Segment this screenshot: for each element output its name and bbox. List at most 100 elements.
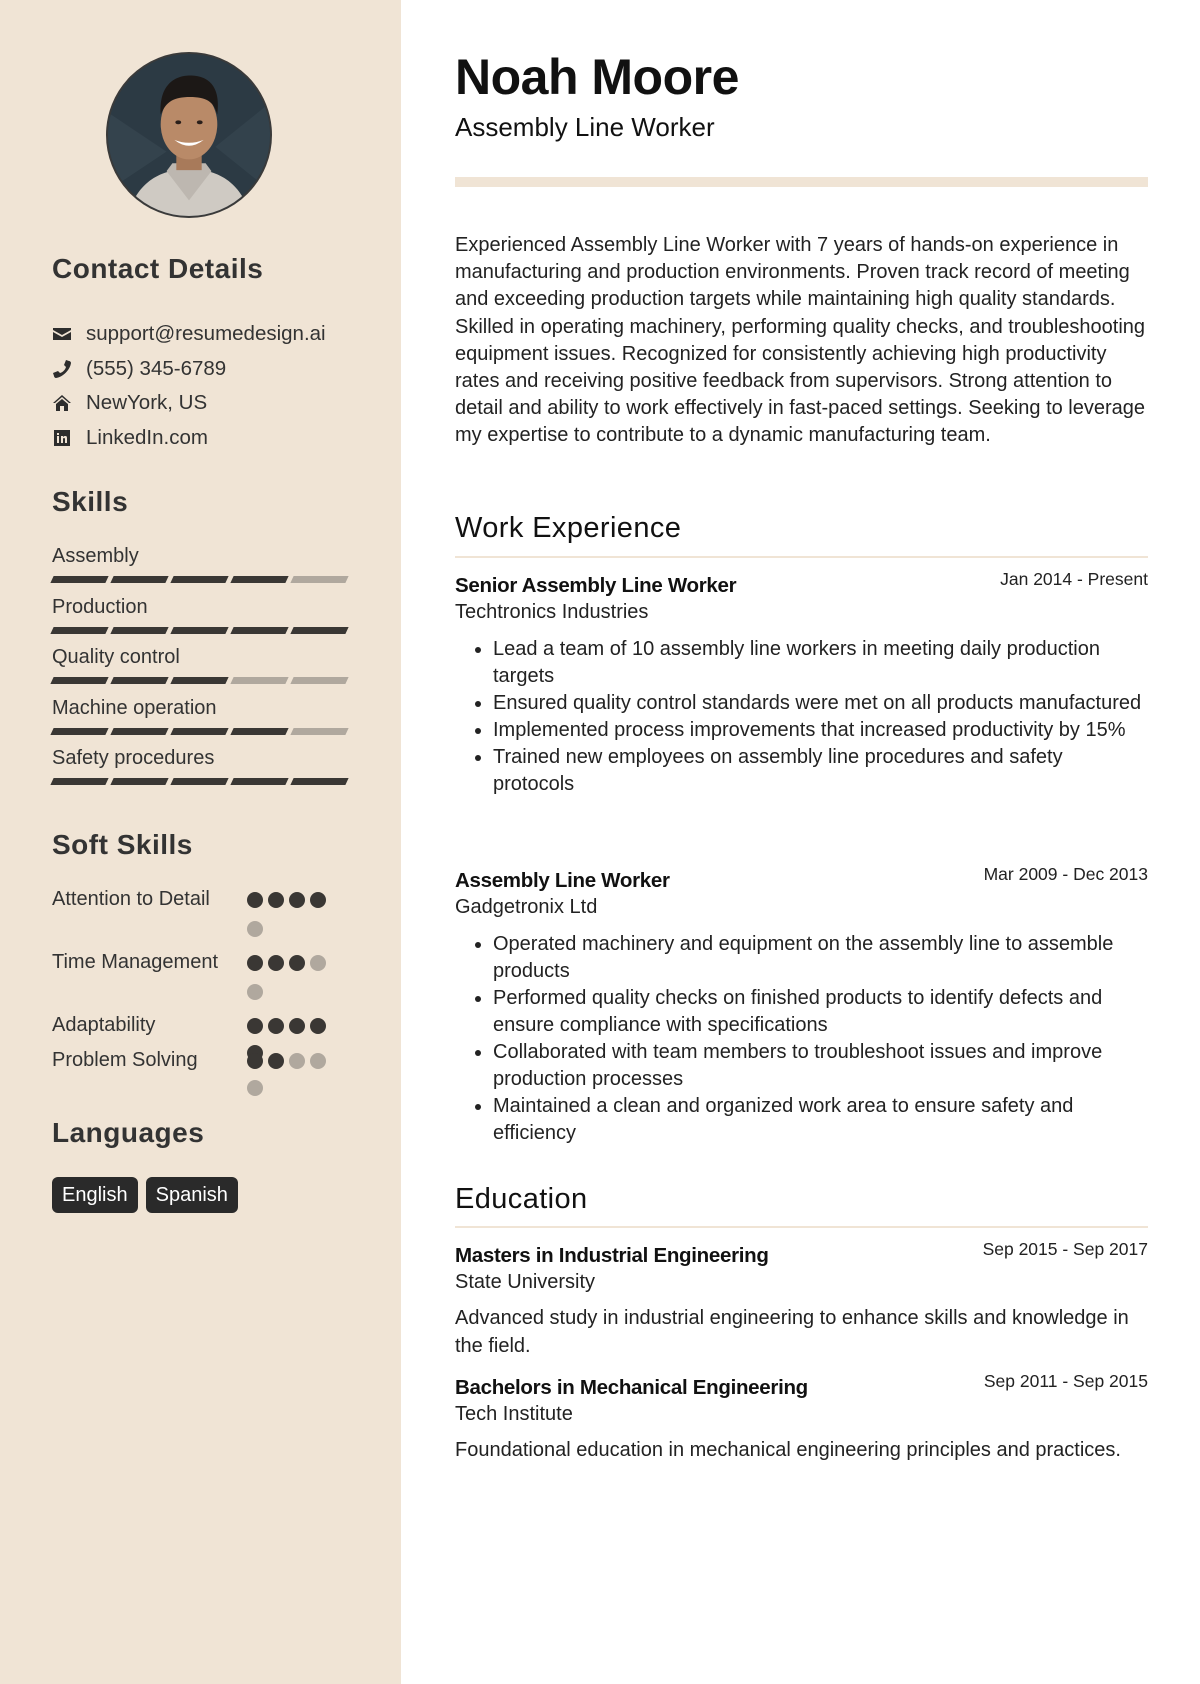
location-text: NewYork, US — [86, 391, 208, 415]
profile-photo — [108, 54, 270, 216]
linkedin-icon — [52, 428, 86, 448]
job-bullet: Implemented process improvements that in… — [493, 717, 1148, 744]
rating-dot-filled — [310, 1018, 326, 1034]
degree-dates: Sep 2015 - Sep 2017 — [982, 1239, 1148, 1259]
skill-segment-filled — [230, 576, 289, 583]
rating-dot-filled — [289, 892, 305, 908]
skill-segment-filled — [230, 727, 289, 735]
degree-dates: Sep 2011 - Sep 2015 — [983, 1371, 1148, 1391]
contact-heading: Contact Details — [52, 253, 264, 284]
skill-segment-filled — [170, 727, 229, 735]
soft-skill-item: Adaptability — [52, 1012, 352, 1061]
rating-dot-filled — [247, 955, 263, 971]
avatar — [106, 52, 272, 218]
school-name: State University — [455, 1271, 596, 1293]
job-dates: Mar 2009 - Dec 2013 — [983, 864, 1148, 884]
languages-list: English Spanish — [52, 1177, 238, 1213]
job-company: Gadgetronix Ltd — [455, 896, 598, 918]
skill-segment-filled — [170, 576, 229, 583]
skill-segment-filled — [50, 677, 109, 684]
skill-name: Assembly — [52, 545, 139, 567]
candidate-name: Noah Moore — [455, 49, 739, 105]
job-company: Techtronics Industries — [455, 601, 649, 623]
rating-dot-empty — [310, 955, 326, 971]
skill-level-bar — [50, 727, 352, 735]
language-badge: Spanish — [145, 1177, 238, 1213]
soft-skill-name: Attention to Detail — [52, 888, 210, 910]
phone-text[interactable]: (555) 345-6789 — [86, 357, 226, 381]
soft-skill-rating — [247, 949, 337, 1012]
skill-segment-filled — [170, 778, 229, 785]
contact-linkedin: LinkedIn.com — [52, 421, 326, 456]
linkedin-text[interactable]: LinkedIn.com — [86, 426, 208, 450]
skill-item: Assembly — [50, 543, 352, 594]
skill-item: Quality control — [50, 644, 352, 695]
skills-heading: Skills — [52, 486, 129, 517]
email-text[interactable]: support@resumedesign.ai — [86, 322, 326, 346]
education-divider — [455, 1226, 1148, 1228]
candidate-title: Assembly Line Worker — [455, 112, 715, 142]
language-badge: English — [52, 1177, 138, 1213]
education-entry: Masters in Industrial Engineering Sep 20… — [455, 1239, 1148, 1360]
work-heading: Work Experience — [455, 512, 682, 544]
skill-segment-filled — [110, 626, 169, 634]
skill-segment-filled — [170, 626, 229, 634]
skill-level-bar — [50, 626, 352, 634]
soft-skill-name: Adaptability — [52, 1014, 156, 1036]
job-bullet: Performed quality checks on finished pro… — [493, 985, 1148, 1039]
skill-segment-filled — [50, 727, 109, 735]
rating-dot-filled — [247, 892, 263, 908]
school-name: Tech Institute — [455, 1403, 573, 1425]
skill-segment-filled — [230, 626, 289, 634]
skill-segment-filled — [50, 626, 109, 634]
rating-dot-filled — [247, 1053, 263, 1069]
skill-segment-empty — [290, 677, 349, 684]
skill-segment-filled — [50, 778, 109, 785]
soft-skills-list: Attention to Detail Time Management Adapta… — [52, 886, 352, 1107]
skill-level-bar — [50, 677, 352, 684]
rating-dot-filled — [268, 892, 284, 908]
rating-dot-empty — [247, 983, 263, 1000]
skills-list: Assembly Production Quality control Machine… — [50, 543, 352, 796]
degree-description: Advanced study in industrial engineering… — [455, 1307, 1129, 1357]
rating-dot-filled — [268, 1018, 284, 1034]
skill-segment-filled — [290, 778, 349, 785]
home-icon — [52, 393, 86, 413]
rating-dot-filled — [289, 1018, 305, 1034]
job-bullet: Ensured quality control standards were m… — [493, 690, 1148, 717]
work-entry: Assembly Line Worker Mar 2009 - Dec 2013… — [455, 864, 1148, 1147]
rating-dot-empty — [247, 920, 263, 937]
job-bullet: Trained new employees on assembly line p… — [493, 744, 1148, 798]
envelope-icon — [52, 324, 86, 344]
soft-skill-name: Problem Solving — [52, 1049, 198, 1071]
skill-segment-filled — [110, 677, 169, 684]
phone-icon — [52, 359, 86, 379]
skill-segment-filled — [50, 576, 109, 583]
soft-skill-rating — [247, 1047, 337, 1107]
skill-name: Quality control — [52, 646, 180, 668]
education-entry: Bachelors in Mechanical Engineering Sep … — [455, 1371, 1148, 1464]
contact-email: support@resumedesign.ai — [52, 317, 326, 352]
skill-item: Production — [50, 594, 352, 645]
skill-level-bar — [50, 778, 352, 785]
skill-segment-filled — [110, 727, 169, 735]
soft-skills-heading: Soft Skills — [52, 829, 193, 860]
contact-list: support@resumedesign.ai (555) 345-6789 N… — [52, 317, 326, 455]
skill-segment-filled — [110, 576, 169, 583]
skill-name: Machine operation — [52, 696, 217, 719]
skill-segment-filled — [110, 778, 169, 785]
soft-skill-item: Attention to Detail — [52, 886, 352, 949]
soft-skill-rating — [247, 886, 337, 949]
job-bullet: Maintained a clean and organized work ar… — [493, 1093, 1148, 1147]
contact-location: NewYork, US — [52, 386, 326, 421]
skill-item: Safety procedures — [50, 745, 352, 796]
rating-dot-filled — [268, 955, 284, 971]
skill-item: Machine operation — [50, 695, 352, 746]
rating-dot-filled — [310, 892, 326, 908]
main-content: Noah Moore Assembly Line Worker Experien… — [401, 0, 1200, 1684]
job-bullet: Collaborated with team members to troubl… — [493, 1039, 1148, 1093]
job-bullet: Lead a team of 10 assembly line workers … — [493, 636, 1148, 690]
rating-dot-empty — [247, 1080, 263, 1096]
contact-phone: (555) 345-6789 — [52, 352, 326, 387]
degree-description: Foundational education in mechanical eng… — [455, 1439, 1121, 1461]
